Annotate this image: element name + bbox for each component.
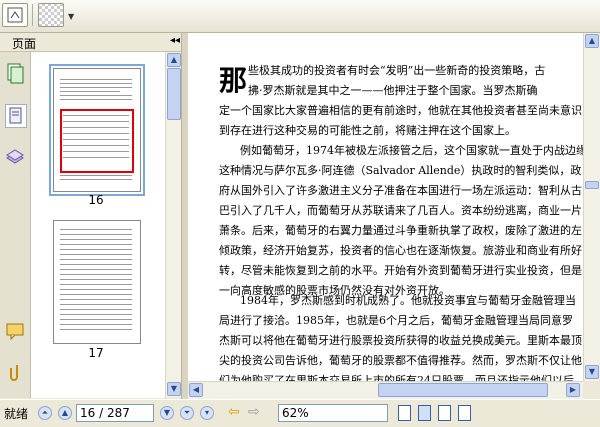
- text-line: 杰斯可以将他在葡萄牙进行股票投资所获得的收益兑换成美元。里斯本最顶: [219, 334, 582, 347]
- text-line: 巴引入了几千人，而葡萄牙从苏联请来了几百人。资本纷纷逃离，商业一片: [219, 204, 582, 217]
- scroll-thumb[interactable]: [167, 68, 181, 120]
- comments-icon[interactable]: [5, 320, 25, 342]
- text-line: 拂·罗杰斯就是其中之一——他押注于整个国家。当罗杰斯确: [248, 84, 538, 97]
- toolbar-separator: [32, 4, 33, 26]
- hand-tool-icon: [7, 7, 23, 23]
- scroll-up-icon[interactable]: ▲: [167, 53, 181, 67]
- scroll-up-icon[interactable]: ▲: [585, 34, 599, 48]
- status-text: 就绪: [4, 407, 29, 421]
- sidebar-title: 页面: [12, 37, 37, 51]
- text-line: 尖的投资公司告诉他，葡萄牙的股票都不值得推荐。然而，罗杰斯不仅让他: [219, 354, 582, 367]
- single-page-view-icon[interactable]: [398, 405, 411, 421]
- text-line: 倾政策，经济开始复苏，投资者的信心也在逐渐恢复。旅游业和商业有所好: [219, 244, 582, 257]
- background-button[interactable]: [38, 3, 64, 27]
- zoom-field[interactable]: 62%: [278, 404, 388, 422]
- paragraph-3: 1984年，罗杰斯感到时机成熟了。他就投资事宜与葡萄牙金融管理当 局进行了接洽。…: [188, 291, 583, 381]
- paragraph-1: 些极其成功的投资者有时会“发明”出一些新奇的投资策略，古 拂·罗杰斯就是其中之一…: [188, 61, 583, 141]
- visible-area-marker[interactable]: [60, 109, 134, 173]
- scroll-down-icon[interactable]: ▼: [585, 365, 599, 379]
- scroll-thumb[interactable]: [378, 383, 548, 397]
- thumbnail-scrollbar[interactable]: ▲ ▼: [165, 52, 182, 398]
- thumbnail-label: 17: [88, 346, 104, 360]
- scroll-down-icon[interactable]: ▼: [167, 382, 181, 396]
- thumbnail-label: 16: [88, 193, 104, 207]
- text-line: 局进行了接洽。1985年，也就是6个月之后，葡萄牙金融管理当局同意罗: [219, 314, 573, 327]
- thumbnail-page-17[interactable]: [53, 220, 141, 344]
- thumbnail-panel: 16 17: [31, 52, 165, 398]
- text-line: 1984年，罗杰斯感到时机成熟了。他就投资事宜与葡萄牙金融管理当: [240, 294, 576, 307]
- text-line: 转，尽管未能恢复到之前的水平。开始有外资到葡萄牙进行实业投资，但是: [219, 264, 582, 277]
- first-page-icon[interactable]: ⏶: [38, 406, 52, 420]
- collapse-sidebar-button[interactable]: ◂◂: [170, 35, 180, 46]
- panel-tabs: [0, 52, 31, 398]
- text-line: 府从国外引入了许多激进主义分子准备在本国进行一场左派运动：智利从古: [219, 184, 582, 197]
- text-line: 到存在进行这种交易的可能性之前，将赌注押在这个国家上。: [219, 124, 516, 137]
- next-page-icon[interactable]: ▼: [160, 406, 174, 420]
- text-line: 萧条。后来，葡萄牙的右翼力量通过斗争重新执掌了政权，废除了激进的左: [219, 224, 582, 237]
- pages-icon[interactable]: [5, 62, 25, 84]
- toolbar: ▼: [0, 0, 600, 33]
- previous-page-icon[interactable]: ▲: [58, 406, 72, 420]
- scroll-thumb[interactable]: [585, 181, 599, 189]
- document-vertical-scrollbar[interactable]: ▲ ▼: [583, 33, 600, 381]
- last-page-icon[interactable]: ⏷: [180, 406, 194, 420]
- text-line: 们为他购买了在里斯本交易所上市的所有24只股票，而且还指示他们以后: [219, 374, 574, 381]
- page-menu-icon[interactable]: ▾: [200, 406, 214, 420]
- attachments-icon[interactable]: [5, 362, 25, 384]
- text-line: 例如葡萄牙，1974年被极左派接管之后，这个国家就一直处于内战边缘。: [240, 144, 583, 157]
- document-horizontal-scrollbar[interactable]: ◀ ▶: [188, 381, 583, 399]
- text-line: 些极其成功的投资者有时会“发明”出一些新奇的投资策略，古: [248, 64, 546, 77]
- status-bar: 就绪 ⏶ ▲ 16 / 287 ▼ ⏷ ▾ ⇦ ⇨ 62%: [0, 399, 600, 427]
- continuous-facing-view-icon[interactable]: [458, 405, 471, 421]
- document-page: 那 些极其成功的投资者有时会“发明”出一些新奇的投资策略，古 拂·罗杰斯就是其中…: [188, 33, 583, 381]
- thumbnail-page-16[interactable]: [53, 68, 141, 192]
- go-forward-icon[interactable]: ⇨: [248, 404, 260, 420]
- sidebar-header: 页面 ◂◂: [0, 33, 186, 52]
- dropdown-icon[interactable]: ▼: [68, 12, 74, 21]
- hand-tool-button[interactable]: [2, 3, 28, 27]
- bookmarks-icon[interactable]: [5, 104, 27, 128]
- layers-icon[interactable]: [5, 146, 25, 168]
- scroll-right-icon[interactable]: ▶: [566, 383, 580, 397]
- scrollbar-corner: [583, 381, 600, 399]
- facing-view-icon[interactable]: [438, 405, 451, 421]
- paragraph-2: 例如葡萄牙，1974年被极左派接管之后，这个国家就一直处于内战边缘。 这种情况与…: [188, 141, 583, 301]
- scroll-left-icon[interactable]: ◀: [189, 383, 203, 397]
- text-line: 定一个国家比大家普遍相信的更有前途时，他就在其他投资者甚至尚未意识: [219, 104, 582, 117]
- continuous-view-icon[interactable]: [418, 405, 431, 421]
- go-back-icon[interactable]: ⇦: [228, 404, 240, 420]
- text-line: 这种情况与萨尔瓦多·阿连德（Salvador Allende）执政时的智利类似，…: [219, 164, 582, 177]
- page-number-field[interactable]: 16 / 287: [76, 404, 154, 422]
